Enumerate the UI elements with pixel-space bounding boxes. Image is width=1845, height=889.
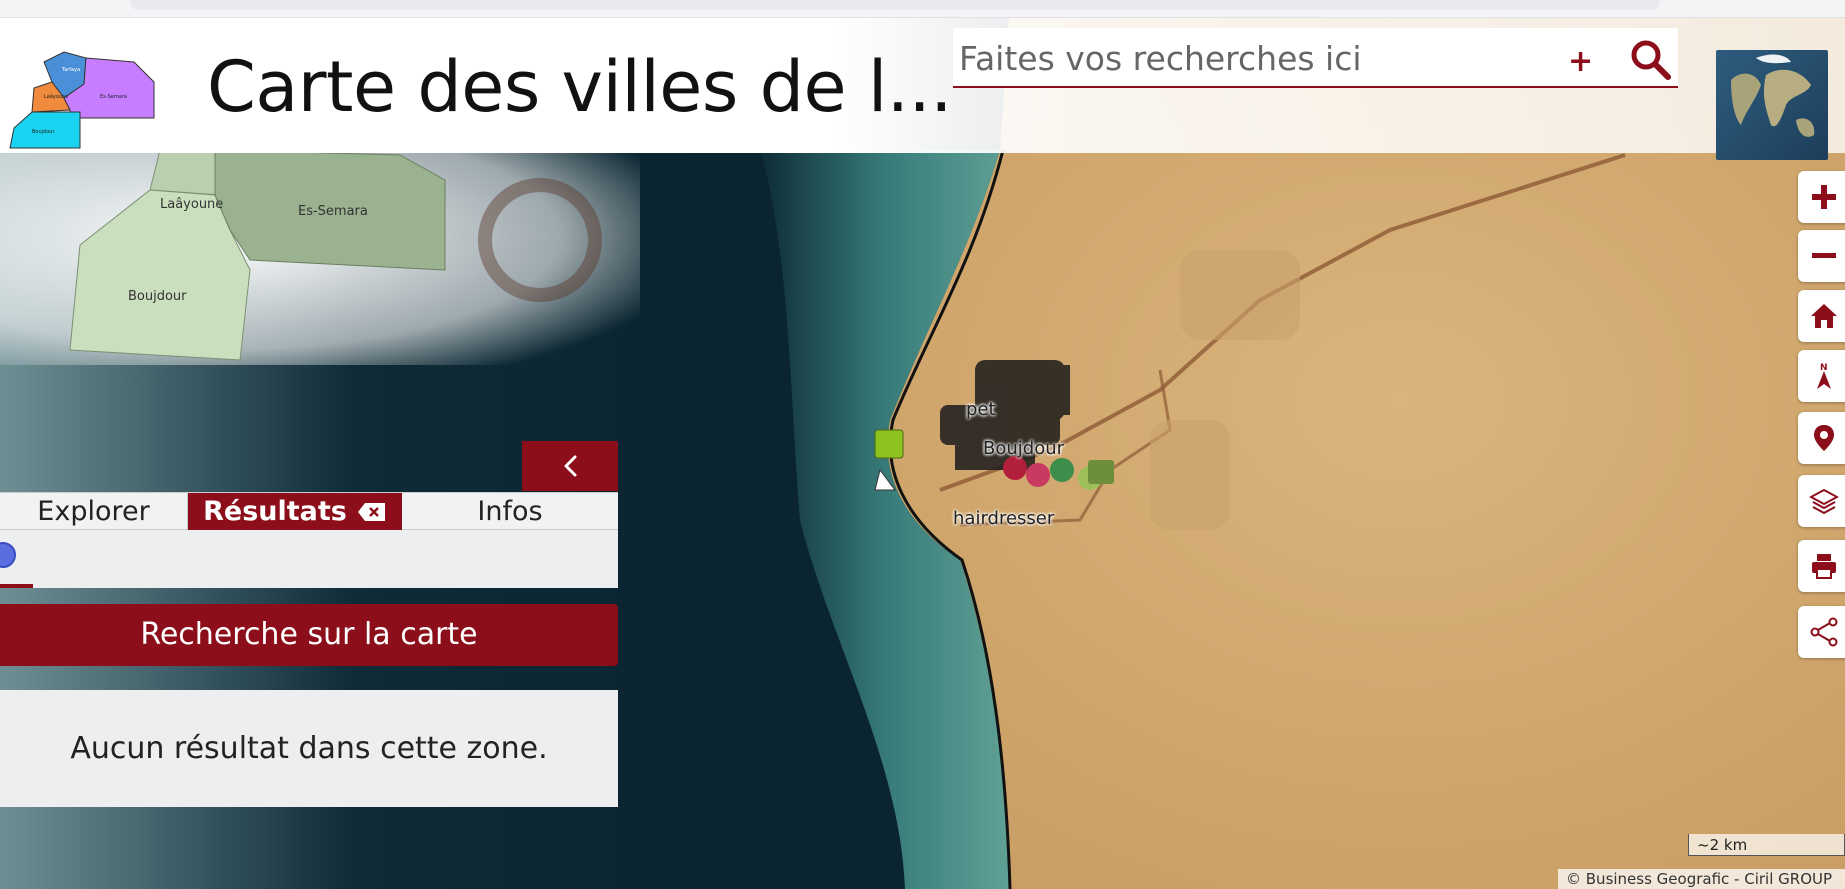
north-label: N bbox=[1820, 363, 1828, 373]
basemap-switcher-thumbnail[interactable] bbox=[1716, 50, 1828, 160]
zoom-in-button[interactable] bbox=[1798, 171, 1845, 223]
print-icon bbox=[1812, 554, 1836, 579]
share-icon bbox=[1810, 617, 1838, 647]
search-icon[interactable] bbox=[1628, 37, 1672, 81]
map-attribution[interactable]: © Business Geografic - Ciril GROUP bbox=[1558, 869, 1845, 889]
search-on-map-button[interactable]: Recherche sur la carte bbox=[0, 604, 618, 666]
page-title: Carte des villes de l... bbox=[207, 46, 953, 128]
region-overview-map: Laâyoune Es-Semara Boujdour bbox=[0, 150, 640, 365]
tab-infos[interactable]: Infos bbox=[402, 493, 618, 531]
browser-url-bar[interactable] bbox=[130, 0, 1660, 10]
north-arrow-icon: N bbox=[1817, 363, 1831, 389]
map-scale: ~2 km bbox=[1688, 834, 1845, 856]
map-label-pet[interactable]: pet bbox=[966, 399, 996, 420]
world-map-icon bbox=[1731, 54, 1815, 137]
no-result-message: Aucun résultat dans cette zone. bbox=[0, 690, 618, 807]
zoom-in-icon bbox=[1812, 185, 1836, 209]
layers-button[interactable] bbox=[1798, 475, 1845, 527]
collapse-panel-button[interactable] bbox=[522, 441, 618, 491]
print-button[interactable] bbox=[1798, 540, 1845, 592]
north-button[interactable]: N bbox=[1798, 350, 1845, 402]
logo-label-es-semara: Es-Semara bbox=[100, 94, 127, 100]
page: pet Boujdour hairdresser Laâyoune Es-Sem… bbox=[0, 0, 1845, 889]
header: Tarfaya Laâyoune Es-Semara Boujdour Cart… bbox=[0, 18, 1845, 160]
zoom-out-button[interactable] bbox=[1798, 230, 1845, 282]
layers-icon bbox=[1809, 488, 1839, 515]
loading-indicator-icon bbox=[0, 542, 16, 568]
region-label-laayoune: Laâyoune bbox=[160, 197, 223, 212]
locate-button[interactable] bbox=[1798, 412, 1845, 464]
progress-bar bbox=[0, 584, 33, 588]
share-button[interactable] bbox=[1798, 606, 1845, 658]
tab-explorer[interactable]: Explorer bbox=[0, 493, 188, 531]
logo-label-laayoune: Laâyoune bbox=[44, 93, 68, 100]
panel-tabs: Explorer Résultats Infos bbox=[0, 492, 618, 531]
app-logo[interactable]: Tarfaya Laâyoune Es-Semara Boujdour bbox=[4, 38, 162, 156]
region-label-es-semara: Es-Semara bbox=[298, 204, 368, 219]
locate-icon bbox=[1814, 425, 1834, 451]
results-progress bbox=[0, 530, 618, 588]
home-icon bbox=[1811, 304, 1837, 328]
region-label-boujdour: Boujdour bbox=[128, 289, 187, 304]
add-search-button[interactable]: + bbox=[1568, 44, 1593, 79]
logo-label-tarfaya: Tarfaya bbox=[61, 67, 80, 73]
map-label-hairdresser[interactable]: hairdresser bbox=[953, 508, 1054, 529]
clear-results-icon[interactable] bbox=[357, 502, 387, 522]
search-input[interactable] bbox=[959, 34, 1519, 82]
map-label-boujdour[interactable]: Boujdour bbox=[983, 438, 1064, 459]
zoom-out-icon bbox=[1812, 253, 1836, 258]
chevron-left-icon bbox=[564, 455, 577, 477]
tab-results-label: Résultats bbox=[203, 496, 347, 527]
logo-label-boujdour: Boujdour bbox=[32, 129, 55, 135]
browser-strip bbox=[0, 0, 1845, 18]
home-button[interactable] bbox=[1798, 290, 1845, 342]
tab-results[interactable]: Résultats bbox=[188, 493, 402, 531]
